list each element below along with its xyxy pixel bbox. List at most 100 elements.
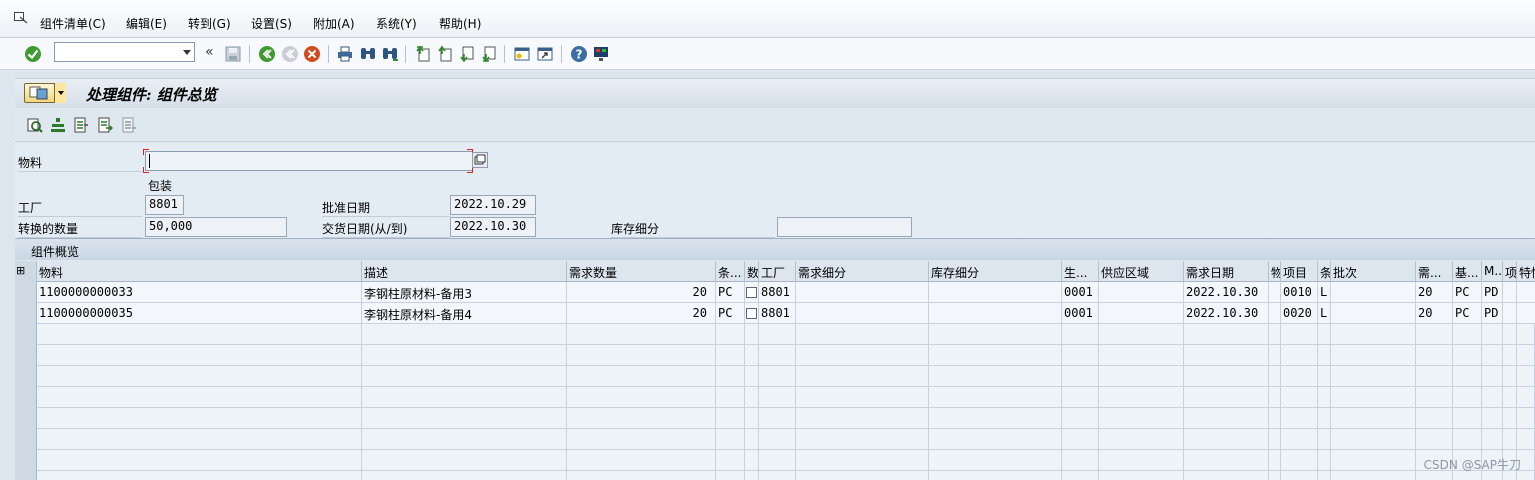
empty-cell[interactable]	[1184, 324, 1269, 345]
empty-cell[interactable]	[1269, 345, 1281, 366]
empty-table-row[interactable]	[15, 471, 1535, 480]
stock-detail-field[interactable]	[777, 217, 912, 237]
cell-m[interactable]: PD	[1482, 282, 1503, 303]
cell-base-unit[interactable]: PC	[1453, 303, 1482, 324]
empty-cell[interactable]	[37, 471, 362, 480]
cell-material[interactable]: 1100000000035	[37, 303, 362, 324]
help-icon[interactable]: ?	[570, 45, 588, 63]
cell-item[interactable]: 0010	[1281, 282, 1318, 303]
empty-cell[interactable]	[1318, 366, 1331, 387]
document-list-icon[interactable]	[73, 117, 89, 133]
empty-cell[interactable]	[1482, 324, 1503, 345]
empty-table-row[interactable]	[15, 366, 1535, 387]
empty-cell[interactable]	[1482, 345, 1503, 366]
command-input[interactable]	[55, 43, 177, 61]
empty-cell[interactable]	[1331, 408, 1416, 429]
empty-cell[interactable]	[1503, 366, 1517, 387]
empty-cell[interactable]	[745, 450, 759, 471]
empty-cell[interactable]	[1517, 324, 1535, 345]
empty-cell[interactable]	[1331, 324, 1416, 345]
cell-req-qty[interactable]: 20	[567, 303, 716, 324]
material-field[interactable]	[145, 151, 473, 171]
empty-cell[interactable]	[1062, 471, 1099, 480]
empty-cell[interactable]	[1331, 471, 1416, 480]
empty-cell[interactable]	[362, 366, 567, 387]
row-checkbox[interactable]	[746, 308, 757, 319]
empty-cell[interactable]	[1184, 471, 1269, 480]
empty-cell[interactable]	[1062, 429, 1099, 450]
empty-cell[interactable]	[1099, 324, 1184, 345]
empty-cell[interactable]	[1099, 387, 1184, 408]
menu-help[interactable]: 帮助(H)	[439, 15, 481, 32]
empty-cell[interactable]	[1453, 345, 1482, 366]
empty-cell[interactable]	[1062, 450, 1099, 471]
col-header-batch[interactable]: 批次	[1331, 261, 1416, 282]
empty-cell[interactable]	[1318, 450, 1331, 471]
cell-req-segment[interactable]	[796, 303, 929, 324]
row-selector[interactable]	[15, 282, 37, 303]
cell-item-cat[interactable]	[1269, 282, 1281, 303]
gos-menu-button[interactable]	[24, 83, 66, 103]
empty-cell[interactable]	[1482, 366, 1503, 387]
cell-item-cat[interactable]	[1269, 303, 1281, 324]
new-session-icon[interactable]	[513, 45, 531, 63]
hierarchy-icon[interactable]	[50, 117, 66, 133]
row-selector[interactable]	[15, 450, 37, 471]
col-header-stock-segment[interactable]: 库存细分	[929, 261, 1062, 282]
cell-req2[interactable]: 20	[1416, 282, 1453, 303]
empty-cell[interactable]	[362, 387, 567, 408]
empty-cell[interactable]	[796, 471, 929, 480]
cell-stock-segment[interactable]	[929, 282, 1062, 303]
row-selector[interactable]	[15, 408, 37, 429]
cell-req-qty[interactable]: 20	[567, 282, 716, 303]
empty-cell[interactable]	[1517, 345, 1535, 366]
empty-cell[interactable]	[759, 366, 796, 387]
col-header-m[interactable]: M...	[1482, 261, 1503, 282]
cell-supply-area[interactable]	[1099, 303, 1184, 324]
empty-cell[interactable]	[567, 471, 716, 480]
select-all-icon[interactable]: ⊞	[15, 261, 37, 282]
window-menu-icon[interactable]	[14, 12, 28, 24]
empty-cell[interactable]	[567, 366, 716, 387]
empty-cell[interactable]	[1099, 366, 1184, 387]
empty-cell[interactable]	[1453, 429, 1482, 450]
empty-cell[interactable]	[1269, 450, 1281, 471]
empty-cell[interactable]	[745, 387, 759, 408]
empty-cell[interactable]	[745, 366, 759, 387]
empty-cell[interactable]	[716, 429, 745, 450]
empty-cell[interactable]	[796, 429, 929, 450]
empty-cell[interactable]	[716, 345, 745, 366]
empty-table-row[interactable]	[15, 345, 1535, 366]
empty-cell[interactable]	[1062, 408, 1099, 429]
empty-cell[interactable]	[1416, 387, 1453, 408]
empty-cell[interactable]	[1331, 345, 1416, 366]
cell-flag[interactable]	[745, 303, 759, 324]
empty-cell[interactable]	[1318, 471, 1331, 480]
table-row[interactable]: 1100000000035 李钢柱原材料-备用4 20 PC 8801 0001…	[15, 303, 1535, 324]
empty-cell[interactable]	[929, 387, 1062, 408]
empty-cell[interactable]	[796, 324, 929, 345]
cell-req-date[interactable]: 2022.10.30	[1184, 303, 1269, 324]
empty-cell[interactable]	[745, 345, 759, 366]
row-selector[interactable]	[15, 429, 37, 450]
empty-cell[interactable]	[929, 345, 1062, 366]
cell-req2[interactable]: 20	[1416, 303, 1453, 324]
empty-cell[interactable]	[1453, 324, 1482, 345]
empty-cell[interactable]	[745, 324, 759, 345]
empty-cell[interactable]	[1184, 429, 1269, 450]
empty-cell[interactable]	[759, 324, 796, 345]
empty-cell[interactable]	[759, 471, 796, 480]
delivery-date-field[interactable]: 2022.10.30	[450, 217, 536, 237]
empty-cell[interactable]	[1331, 450, 1416, 471]
col-header-req-date[interactable]: 需求日期	[1184, 261, 1269, 282]
empty-cell[interactable]	[1269, 408, 1281, 429]
empty-cell[interactable]	[567, 324, 716, 345]
empty-cell[interactable]	[1482, 387, 1503, 408]
menu-edit[interactable]: 编辑(E)	[126, 15, 167, 32]
col-header-description[interactable]: 描述	[362, 261, 567, 282]
empty-cell[interactable]	[37, 366, 362, 387]
empty-cell[interactable]	[1269, 387, 1281, 408]
empty-cell[interactable]	[1318, 429, 1331, 450]
converted-qty-field[interactable]: 50,000	[145, 217, 287, 237]
menu-system[interactable]: 系统(Y)	[376, 15, 417, 32]
